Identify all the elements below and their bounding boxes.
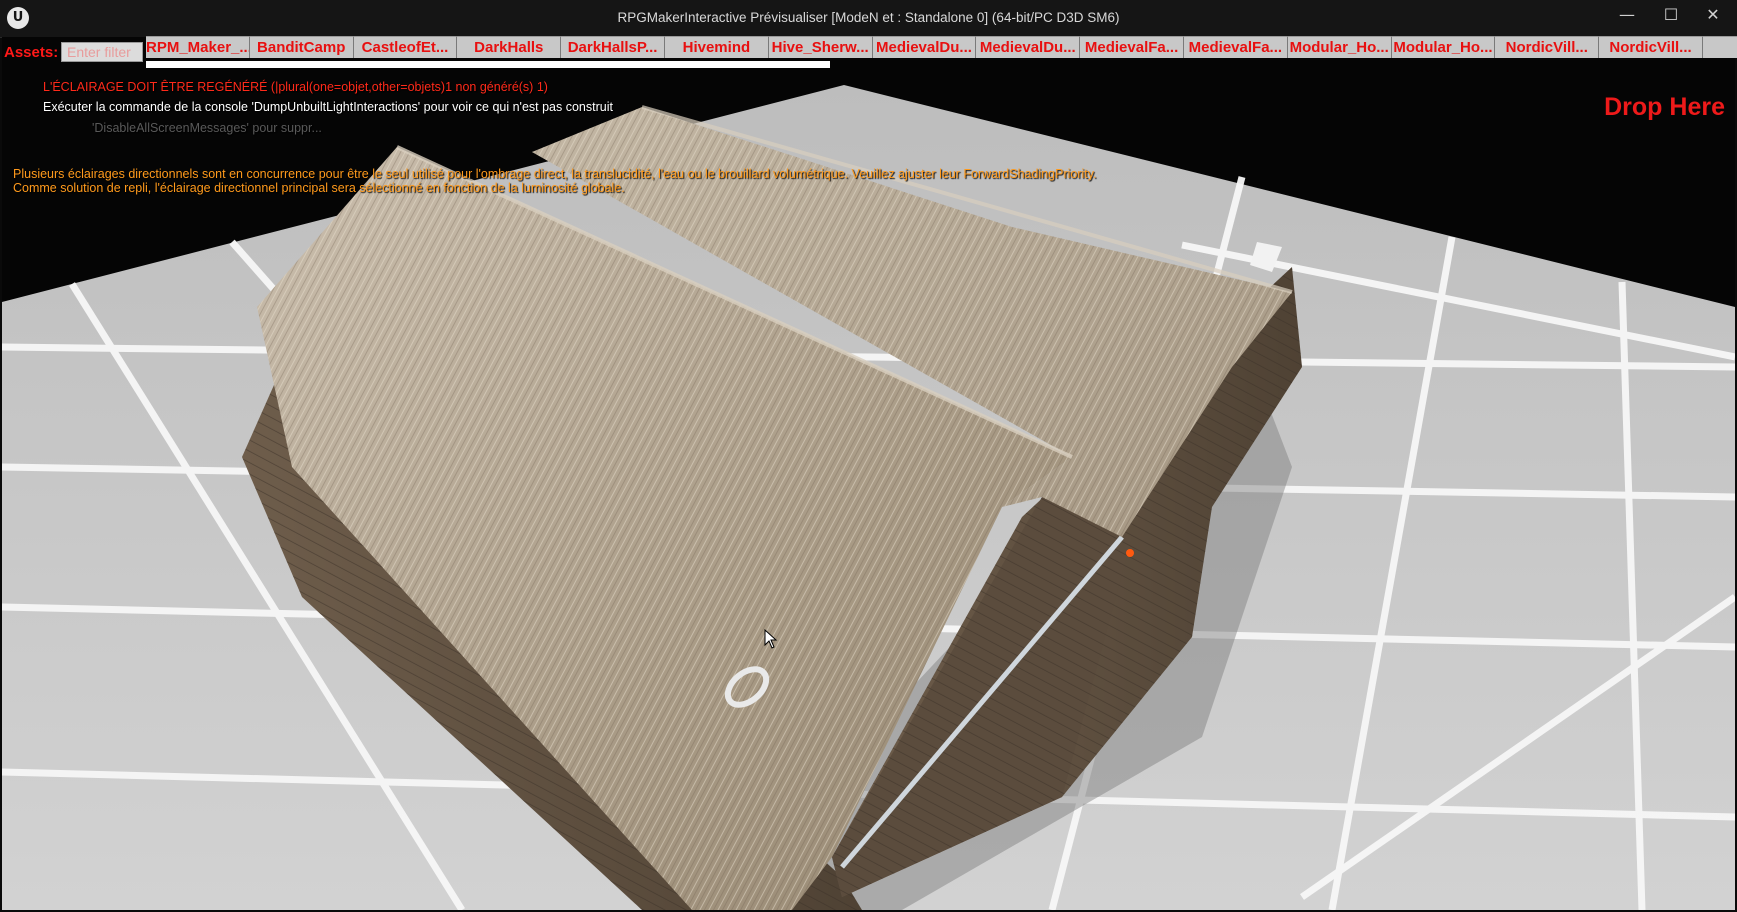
asset-tab[interactable]: Hive_Sherw...	[768, 36, 873, 58]
minimize-button[interactable]: —	[1604, 0, 1650, 32]
asset-tab[interactable]: MedievalFa...	[1183, 36, 1288, 58]
window-title: RPGMakerInteractive Prévisualiser [ModeN…	[617, 10, 1120, 25]
maximize-button[interactable]: ☐	[1648, 0, 1694, 32]
asset-tab[interactable]: Sc	[1702, 36, 1737, 58]
mouse-cursor-icon	[764, 629, 778, 649]
window-titlebar[interactable]: U RPGMakerInteractive Prévisualiser [Mod…	[0, 0, 1737, 38]
asset-tab[interactable]: Modular_Ho...	[1287, 36, 1392, 58]
asset-tab[interactable]: RPM_Maker_...	[146, 36, 250, 58]
disable-messages-hint: 'DisableAllScreenMessages' pour suppr...	[92, 121, 322, 135]
asset-tab[interactable]: MedievalFa...	[1080, 36, 1184, 58]
lighting-rebuild-message: L'ÉCLAIRAGE DOIT ÊTRE REGÉNÉRÉ (|plural(…	[43, 80, 548, 94]
console-hint-message: Exécuter la commande de la console 'Dump…	[43, 100, 613, 114]
asset-tab[interactable]: DarkHalls	[457, 36, 562, 58]
asset-tab[interactable]: MedievalDu...	[976, 36, 1081, 58]
asset-tab[interactable]: BanditCamp	[249, 36, 354, 58]
drop-here-target[interactable]: Drop Here	[1604, 93, 1725, 122]
asset-tab[interactable]: NordicVill...	[1599, 36, 1703, 58]
directional-light-warning-1: Plusieurs éclairages directionnels sont …	[13, 167, 1097, 181]
asset-load-progress	[146, 61, 1736, 68]
asset-tab[interactable]: CastleofEt...	[353, 36, 458, 58]
close-button[interactable]: ✕	[1690, 0, 1736, 32]
asset-tab[interactable]: DarkHallsP...	[561, 36, 665, 58]
asset-tab[interactable]: Hivemind	[664, 36, 769, 58]
assets-label: Assets:	[4, 44, 59, 61]
asset-tab[interactable]: NordicVill...	[1495, 36, 1600, 58]
asset-tab[interactable]: Modular_Ho...	[1391, 36, 1496, 58]
asset-tab[interactable]: MedievalDu...	[872, 36, 977, 58]
asset-load-progress-fill	[146, 61, 830, 68]
asset-filter-input[interactable]	[61, 42, 143, 62]
directional-light-warning-2: Comme solution de repli, l'éclairage dir…	[13, 181, 625, 195]
asset-tab-strip: RPM_Maker_... BanditCamp CastleofEt... Dark…	[146, 36, 1737, 58]
